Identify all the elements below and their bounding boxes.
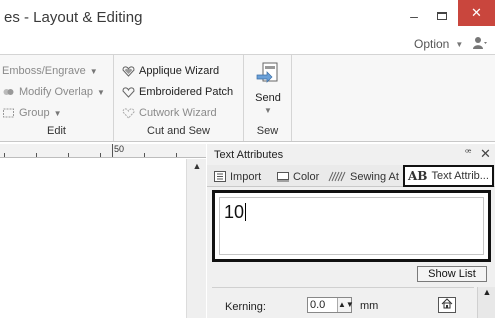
tab-sewing-label: Sewing At xyxy=(350,170,399,183)
tab-color[interactable]: Color xyxy=(277,167,319,186)
sewing-icon xyxy=(328,171,346,182)
chevron-down-icon: ▼ xyxy=(53,108,62,118)
text-input-value: 10 xyxy=(224,202,245,222)
import-icon xyxy=(214,171,226,182)
maximize-icon xyxy=(437,12,447,20)
ruler-number: 50 xyxy=(114,144,125,154)
chevron-down-icon: ▼ xyxy=(96,87,105,97)
tab-text-attributes[interactable]: AB Text Attrib... xyxy=(403,165,494,187)
applique-wizard-button[interactable]: Applique Wizard xyxy=(122,65,219,77)
cutwork-wizard-label: Cutwork Wizard xyxy=(139,107,217,119)
cutwork-icon xyxy=(122,108,135,119)
tab-text-attributes-label: Text Attrib... xyxy=(431,170,489,182)
panel-close-button[interactable]: ✕ xyxy=(480,146,491,162)
ruler-tick xyxy=(176,153,177,157)
sew-group-label: Sew xyxy=(256,125,279,137)
title-bar: es - Layout & Editing – ✕ xyxy=(0,0,495,32)
chevron-down-icon: ▼ xyxy=(264,106,272,115)
applique-wizard-label: Applique Wizard xyxy=(139,65,220,77)
chevron-down-icon: ▼ xyxy=(455,39,464,49)
overlap-icon xyxy=(3,89,14,95)
minimize-button[interactable]: – xyxy=(400,0,428,32)
emboss-engrave-button[interactable]: Emboss/Engrave ▼ xyxy=(2,65,98,77)
ruler-tick xyxy=(36,153,37,157)
modify-overlap-label: Modify Overlap xyxy=(19,86,93,98)
window-title: es - Layout & Editing xyxy=(4,9,143,26)
text-input-content: 10 xyxy=(224,202,247,223)
kerning-unit: mm xyxy=(360,300,379,312)
embroidered-patch-button[interactable]: Embroidered Patch xyxy=(122,86,233,98)
patch-icon xyxy=(122,87,135,98)
user-icon[interactable] xyxy=(472,36,488,50)
kerning-label: Kerning: xyxy=(225,301,266,313)
scroll-up-icon[interactable]: ▲ xyxy=(478,287,495,301)
text-ab-icon: AB xyxy=(408,169,428,183)
ribbon: Emboss/Engrave ▼ Modify Overlap ▼ Group … xyxy=(0,54,495,142)
group-icon xyxy=(3,108,14,118)
option-label: Option xyxy=(414,37,450,51)
text-input[interactable]: 10 xyxy=(219,197,484,255)
kerning-value: 0.0 xyxy=(310,299,326,311)
scroll-up-icon[interactable]: ▲ xyxy=(187,161,207,175)
applique-icon xyxy=(122,66,135,77)
group-label: Group xyxy=(19,107,50,119)
tab-import[interactable]: Import xyxy=(214,167,261,186)
edit-group: Emboss/Engrave ▼ Modify Overlap ▼ Group … xyxy=(0,55,114,141)
home-icon xyxy=(441,298,453,309)
text-cursor xyxy=(245,203,247,221)
chevron-down-icon: ▼ xyxy=(89,66,98,76)
ruler-tick xyxy=(68,153,69,157)
pin-icon[interactable]: ꟹ xyxy=(465,148,471,159)
panel-title: Text Attributes xyxy=(214,149,284,161)
send-button[interactable]: Send ▼ xyxy=(250,61,286,121)
close-button[interactable]: ✕ xyxy=(458,0,495,26)
color-icon xyxy=(277,172,289,182)
design-canvas[interactable] xyxy=(0,159,206,318)
send-label: Send xyxy=(255,92,281,104)
send-icon xyxy=(256,62,278,83)
panel-tabs: Import Color Sewing At AB Text Attrib... xyxy=(207,165,495,187)
ruler-tick xyxy=(144,153,145,157)
show-list-button[interactable]: Show List xyxy=(417,266,487,282)
tab-sewing-attributes[interactable]: Sewing At xyxy=(328,167,399,186)
kerning-stepper[interactable]: 0.0 ▲▼ xyxy=(307,297,354,313)
emboss-engrave-label: Emboss/Engrave xyxy=(2,65,86,77)
ruler-tick xyxy=(4,153,5,157)
sew-group: Send ▼ Sew xyxy=(244,55,292,141)
tab-color-label: Color xyxy=(293,170,320,183)
edit-group-label: Edit xyxy=(47,125,66,137)
stepper-arrows-icon[interactable]: ▲▼ xyxy=(337,298,354,312)
ruler-tick xyxy=(112,144,113,157)
cut-and-sew-group: Applique Wizard Embroidered Patch Cutwor… xyxy=(114,55,244,141)
option-menu[interactable]: Option ▼ xyxy=(414,37,463,51)
panel-scrollbar[interactable]: ▲ xyxy=(477,287,495,318)
text-attributes-panel: Text Attributes ꟹ ✕ Import Color Sewing … xyxy=(207,144,495,318)
tab-import-label: Import xyxy=(230,170,262,183)
cutwork-wizard-button[interactable]: Cutwork Wizard xyxy=(122,107,217,119)
properties-area: Kerning: 0.0 ▲▼ mm xyxy=(212,287,474,318)
group-button[interactable]: Group ▼ xyxy=(2,107,62,119)
cut-and-sew-group-label: Cut and Sew xyxy=(147,125,210,137)
modify-overlap-button[interactable]: Modify Overlap ▼ xyxy=(2,86,105,98)
ruler-tick xyxy=(100,153,101,157)
option-row: Option ▼ xyxy=(0,32,495,54)
reset-home-button[interactable] xyxy=(438,297,456,313)
embroidered-patch-label: Embroidered Patch xyxy=(139,86,234,98)
maximize-button[interactable] xyxy=(428,0,456,32)
horizontal-ruler: 50 xyxy=(0,144,206,158)
canvas-scrollbar[interactable]: ▲ xyxy=(186,159,206,318)
text-input-highlight: 10 xyxy=(212,190,491,262)
